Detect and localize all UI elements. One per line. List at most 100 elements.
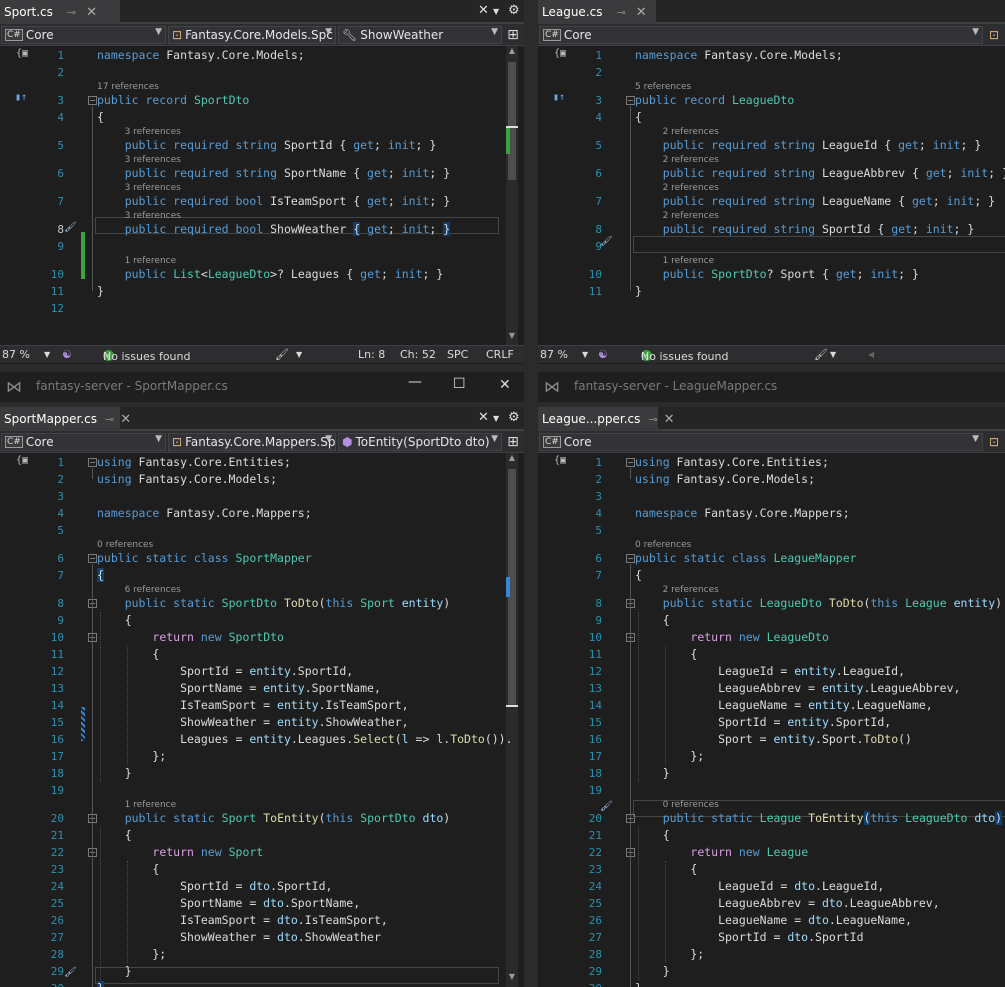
line-indicator[interactable]: Ln: 8 [358, 348, 385, 361]
line-number: 24 [588, 880, 602, 893]
tab-sport-cs[interactable]: Sport.cs ⊸ ✕ [0, 0, 120, 24]
code-text: { [97, 828, 132, 842]
code-line: 3 [0, 488, 524, 505]
line-number: 10 [588, 631, 602, 644]
chevron-down-icon[interactable]: ▼ [493, 414, 499, 423]
line-number: 6 [57, 167, 64, 180]
code-editor[interactable]: {▣ 🖌︎ ▲ ▼ 1 using Fantasy.Core.Entities; −… [0, 453, 524, 987]
tab-league-cs[interactable]: League.cs ⊸ ✕ [538, 0, 656, 24]
close-icon[interactable]: ✕ [664, 412, 675, 427]
code-line: 18 } [0, 765, 524, 782]
fold-toggle-icon[interactable]: − [626, 554, 635, 563]
whitespace-indicator[interactable]: SPC [447, 348, 468, 361]
fold-region-line [92, 106, 93, 291]
close-all-icon[interactable]: ✕ [478, 3, 489, 18]
copilot-icon[interactable]: ☯ [62, 348, 72, 361]
copilot-icon[interactable]: ☯ [598, 348, 608, 361]
code-text: public static Sport ToEntity(this SportD… [124, 811, 451, 825]
code-line: 19 [0, 782, 524, 799]
code-line: 9 [0, 238, 524, 255]
line-number: 21 [50, 829, 64, 842]
tab-sportmapper-cs[interactable]: SportMapper.cs ⊸ ✕ [0, 407, 131, 431]
split-editor-icon[interactable]: ⊞ [504, 26, 522, 44]
zoom-level[interactable]: 87 % [540, 348, 568, 361]
project-dropdown[interactable]: C# Core ▼ [1, 433, 166, 451]
gear-icon[interactable]: ⚙ [508, 410, 520, 425]
class-icon[interactable]: ⊡ [989, 28, 999, 42]
line-ending-indicator[interactable]: CRLF [486, 348, 514, 361]
chevron-down-icon[interactable]: ▼ [493, 7, 499, 16]
code-editor[interactable]: {▣ 🖌︎ 1 using Fantasy.Core.Entities; −2 usi… [538, 453, 1005, 987]
chevron-down-icon[interactable]: ▼ [296, 350, 302, 359]
pin-icon[interactable]: ⊸ [648, 413, 657, 426]
line-number: 7 [595, 195, 602, 208]
fold-toggle-icon[interactable]: − [88, 96, 97, 105]
fold-toggle-icon[interactable]: − [626, 96, 635, 105]
member-dropdown[interactable]: ⬢ ToEntity(SportDto dto) ▼ [338, 433, 502, 451]
fold-toggle-icon[interactable]: − [626, 458, 635, 467]
column-indicator[interactable]: Ch: 52 [400, 348, 436, 361]
pin-icon[interactable]: ⊸ [67, 6, 76, 19]
editor-pane-leaguemapper: League...pper.cs ⊸ ✕ C# Core ▼ ⊡ {▣ 🖌︎ 1… [538, 407, 1005, 987]
close-icon[interactable]: ✕ [499, 377, 511, 393]
line-number: 1 [595, 456, 602, 469]
close-all-icon[interactable]: ✕ [478, 410, 489, 425]
close-icon[interactable]: ✕ [636, 5, 647, 20]
csharp-file-icon: C# [543, 436, 561, 448]
scroll-down-icon[interactable]: ▼ [506, 331, 518, 340]
close-icon[interactable]: ✕ [86, 5, 97, 20]
fold-region-line [630, 564, 631, 987]
chevron-down-icon[interactable]: ▼ [830, 350, 836, 359]
line-number: 9 [595, 614, 602, 627]
code-text: } [97, 766, 132, 780]
code-line: 8 public static LeagueDto ToDto(this Lea… [538, 595, 1005, 612]
line-number: 14 [50, 699, 64, 712]
close-icon[interactable]: ✕ [120, 412, 131, 427]
brush-icon[interactable]: 🖌︎ [814, 348, 828, 361]
code-text: } [97, 284, 104, 298]
code-editor[interactable]: {▣ ▮↑ 🖌︎ 1 namespace Fantasy.Core.Models;… [538, 46, 1005, 346]
fold-toggle-icon[interactable]: − [88, 458, 97, 467]
brush-icon[interactable]: 🖌︎ [275, 348, 289, 361]
class-icon[interactable]: ⊡ [989, 435, 999, 449]
code-editor[interactable]: {▣ ▮↑ 🖌︎ ▲ ▼ 1 namespace Fantasy.Core.Mod… [0, 46, 524, 346]
code-text: public static LeagueDto ToDto(this Leagu… [662, 596, 1003, 610]
line-number: 6 [57, 552, 64, 565]
member-dropdown[interactable]: 🔧︎ ShowWeather ▼ [338, 26, 502, 44]
code-line: 2 [538, 64, 1005, 81]
fold-toggle-icon[interactable]: − [88, 554, 97, 563]
tab-leaguemapper-cs[interactable]: League...pper.cs ⊸ ✕ [538, 407, 675, 431]
code-text: namespace Fantasy.Core.Mappers; [635, 506, 850, 520]
pin-icon[interactable]: ⊸ [616, 6, 625, 19]
pin-icon[interactable]: ⊸ [105, 413, 114, 426]
project-dropdown[interactable]: C# Core ▼ [539, 433, 983, 451]
line-number: 18 [50, 767, 64, 780]
zoom-level[interactable]: 87 % [2, 348, 30, 361]
maximize-icon[interactable]: ☐ [453, 376, 466, 392]
line-number: 6 [595, 552, 602, 565]
window-titlebar[interactable]: ⋈ fantasy-server - LeagueMapper.cs [538, 372, 1005, 402]
project-dropdown[interactable]: C# Core ▼ [539, 26, 983, 44]
type-dropdown[interactable]: ⊡ Fantasy.Core.Mappers.Sp ▼ [168, 433, 336, 451]
line-number: 2 [595, 473, 602, 486]
project-dropdown[interactable]: C# Core ▼ [1, 26, 166, 44]
window-titlebar[interactable]: ⋈ fantasy-server - SportMapper.cs — ☐ ✕ [0, 372, 524, 402]
chevron-down-icon[interactable]: ▼ [44, 350, 50, 359]
code-line: 15 ShowWeather = entity.ShowWeather, [0, 714, 524, 731]
line-number: 10 [50, 631, 64, 644]
scroll-left-icon[interactable]: ◀ [868, 350, 874, 359]
project-label: Core [25, 435, 54, 449]
minimize-icon[interactable]: — [408, 374, 422, 390]
line-number: 19 [588, 784, 602, 797]
code-text: } [635, 980, 642, 987]
code-line: 28 }; [0, 946, 524, 963]
class-icon: ⊡ [172, 435, 183, 449]
code-line: 10 return new SportDto [0, 629, 524, 646]
code-line: 24 SportId = dto.SportId, [0, 878, 524, 895]
type-dropdown[interactable]: ⊡ Fantasy.Core.Models.Spc ▼ [168, 26, 336, 44]
gear-icon[interactable]: ⚙ [508, 3, 520, 18]
line-number: 28 [588, 948, 602, 961]
chevron-down-icon[interactable]: ▼ [582, 350, 588, 359]
split-editor-icon[interactable]: ⊞ [504, 433, 522, 451]
line-number: 12 [50, 665, 64, 678]
